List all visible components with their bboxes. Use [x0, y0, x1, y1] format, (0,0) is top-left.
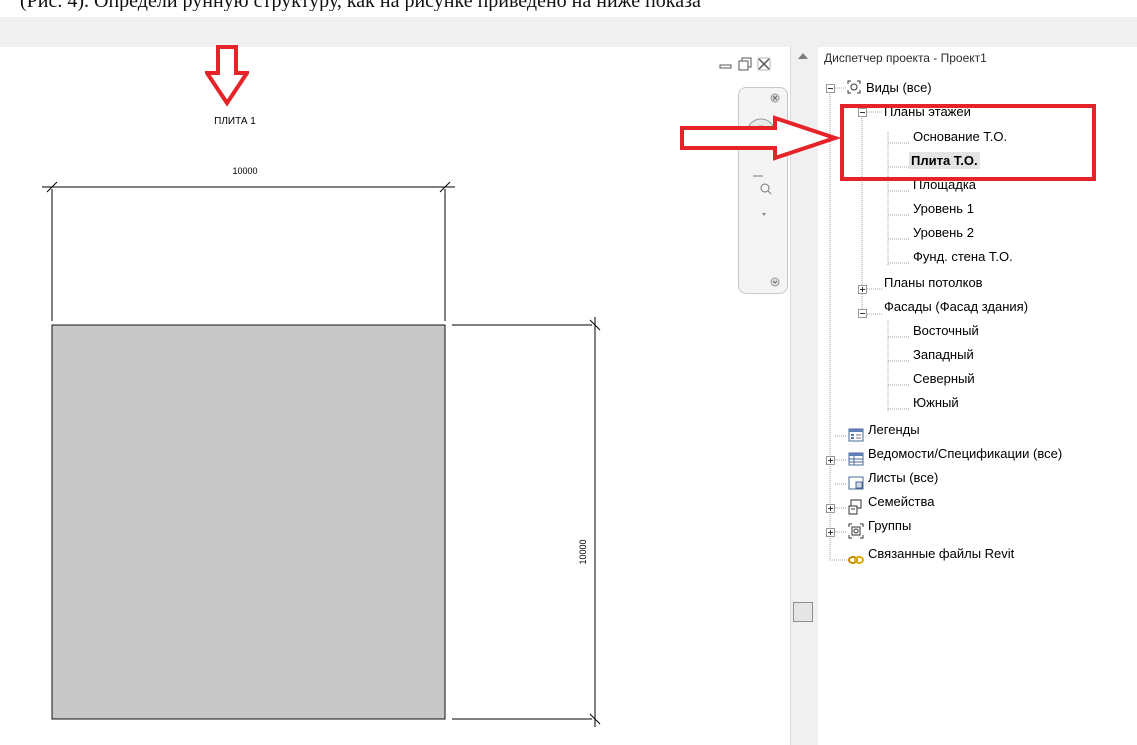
- zoom-icon[interactable]: [753, 175, 772, 195]
- slab-rectangle[interactable]: [51, 324, 446, 720]
- tree-item-label: Виды (все): [866, 80, 932, 95]
- tree-item-west[interactable]: Западный: [913, 344, 974, 366]
- tree-item-label: Легенды: [868, 422, 920, 437]
- tree-item-label: Южный: [913, 395, 959, 410]
- restore-icon[interactable]: [737, 56, 753, 72]
- tree-item-label: Связанные файлы Revit: [868, 546, 1015, 561]
- scroll-up-arrow-icon[interactable]: [798, 53, 808, 59]
- tree-item-schedules[interactable]: Ведомости/Спецификации (все): [868, 443, 1062, 465]
- close-icon[interactable]: [756, 56, 772, 72]
- document-text: (Рис. 4). Определи рунную структуру, как…: [20, 0, 701, 11]
- legend-icon: [848, 428, 864, 442]
- tree-item-label: Западный: [913, 347, 974, 362]
- collapse-elevations-toggle[interactable]: [858, 309, 867, 318]
- tree-item-north[interactable]: Северный: [913, 368, 975, 390]
- tree-item-foundation-wall[interactable]: Фунд. стена Т.О.: [913, 246, 1013, 268]
- views-icon: [847, 80, 861, 94]
- collapse-views-toggle[interactable]: [826, 84, 835, 93]
- expand-schedules-toggle[interactable]: [826, 456, 835, 465]
- tree-item-label: Планы потолков: [884, 275, 983, 290]
- annotation-highlight-box: [840, 104, 1096, 181]
- tree-item-level-1[interactable]: Уровень 1: [913, 198, 974, 220]
- tree-item-east[interactable]: Восточный: [913, 320, 979, 342]
- tree-item-south[interactable]: Южный: [913, 392, 959, 414]
- tree-item-groups[interactable]: Группы: [868, 515, 911, 537]
- tree-item-label: Семейства: [868, 494, 935, 509]
- tree-item-level-2[interactable]: Уровень 2: [913, 222, 974, 244]
- minimize-icon[interactable]: [718, 56, 734, 72]
- tree-item-families[interactable]: Семейства: [868, 491, 935, 513]
- tree-item-legends[interactable]: Легенды: [868, 419, 920, 441]
- scroll-thumb[interactable]: [793, 602, 813, 622]
- drawing-view[interactable]: ПЛИТА 1 10000 10000 2D: [0, 47, 790, 745]
- tree-item-label: Фасады (Фасад здания): [884, 299, 1029, 314]
- tree-item-label: Листы (все): [868, 470, 939, 485]
- expand-ceiling-plans-toggle[interactable]: [858, 285, 867, 294]
- tree-item-label: Группы: [868, 518, 912, 533]
- tree-item-label: Восточный: [913, 323, 979, 338]
- dropdown-icon[interactable]: [762, 213, 766, 216]
- tree-item-label: Уровень 2: [913, 225, 974, 240]
- expand-groups-toggle[interactable]: [826, 528, 835, 537]
- dimension-horizontal-text: 10000: [232, 166, 258, 176]
- tree-item-revit-links[interactable]: Связанные файлы Revit: [868, 543, 1014, 565]
- tree-item-label: Ведомости/Спецификации (все): [868, 446, 1063, 461]
- options-icon[interactable]: [770, 277, 780, 287]
- drawing-canvas: [42, 181, 601, 727]
- schedule-icon: [848, 452, 864, 466]
- tree-item-views[interactable]: Виды (все): [866, 77, 932, 99]
- link-icon: [848, 556, 864, 564]
- tree-item-ceiling-plans[interactable]: Планы потолков: [884, 272, 983, 294]
- tree-item-sheets[interactable]: Листы (все): [868, 467, 938, 489]
- expand-families-toggle[interactable]: [826, 504, 835, 513]
- tree-item-label: Северный: [913, 371, 975, 386]
- tree-item-elevations[interactable]: Фасады (Фасад здания): [884, 296, 1028, 318]
- groups-icon: [848, 523, 864, 539]
- toolbar-strip: [0, 17, 1137, 48]
- dimension-vertical-text: 10000: [578, 539, 588, 565]
- annotation-arrow-right-icon: [680, 115, 840, 161]
- close-icon[interactable]: [770, 93, 780, 103]
- sheet-icon: [848, 476, 864, 490]
- view-window-controls: [718, 56, 788, 76]
- families-icon: [848, 499, 862, 515]
- document-text-clipped: (Рис. 4). Определи рунную структуру, как…: [0, 0, 1137, 11]
- annotation-arrow-down-icon: [205, 45, 249, 107]
- plate-label: ПЛИТА 1: [214, 116, 256, 127]
- project-browser-title: Диспетчер проекта - Проект1: [824, 51, 987, 65]
- tree-item-label: Фунд. стена Т.О.: [913, 249, 1013, 264]
- tree-item-label: Уровень 1: [913, 201, 974, 216]
